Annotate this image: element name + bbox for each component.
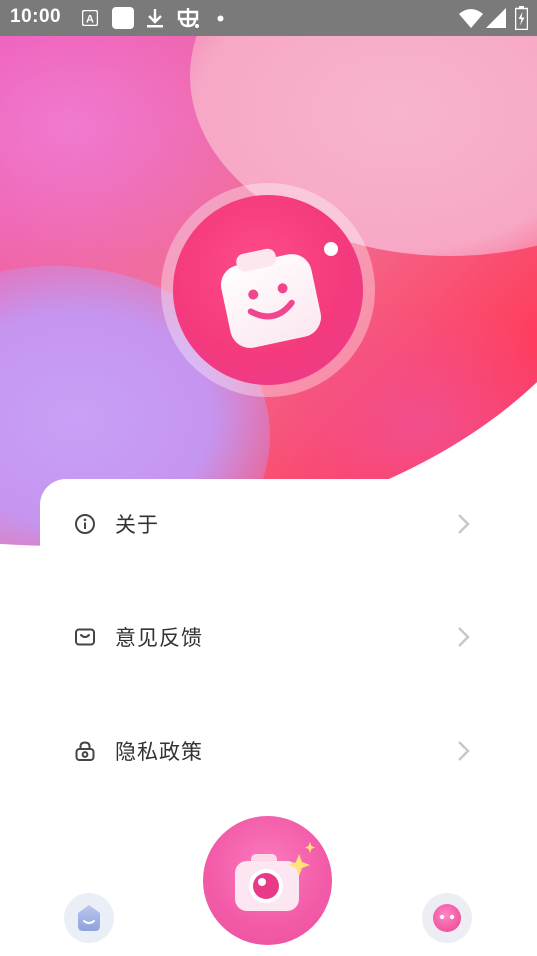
menu-item-label: 隐私政策 <box>115 740 203 764</box>
app-logo <box>161 183 375 397</box>
menu-item-about[interactable]: 关于 <box>40 484 537 564</box>
signal-icon <box>486 8 506 28</box>
menu-item-feedback[interactable]: 意见反馈 <box>40 597 537 677</box>
feedback-icon <box>75 628 95 646</box>
download-icon <box>147 9 163 28</box>
svg-text:A: A <box>86 14 94 26</box>
a-icon: A <box>82 10 98 26</box>
home-icon <box>78 905 100 931</box>
menu-item-label: 意见反馈 <box>115 626 203 650</box>
nav-profile-button[interactable] <box>422 893 472 943</box>
chevron-right-icon <box>458 627 470 647</box>
logo-dot <box>324 242 338 256</box>
chevron-right-icon <box>458 514 470 534</box>
wifi-icon <box>459 9 483 28</box>
dot-icon <box>217 15 224 22</box>
nav-home-button[interactable] <box>64 893 114 943</box>
bottom-navigation <box>0 816 537 956</box>
battery-icon <box>515 6 528 30</box>
camera-icon <box>235 842 315 911</box>
profile-icon <box>433 904 461 932</box>
bug-icon <box>177 8 199 28</box>
chevron-right-icon <box>458 741 470 761</box>
square-icon <box>112 7 134 29</box>
lock-icon <box>75 741 95 761</box>
smiley-face-icon <box>217 250 325 352</box>
status-time: 10:00 <box>10 6 62 27</box>
camera-button[interactable] <box>203 816 332 945</box>
status-bar: 10:00 A <box>0 0 537 36</box>
menu-item-privacy[interactable]: 隐私政策 <box>40 711 537 791</box>
info-icon <box>75 514 95 534</box>
settings-menu: 关于 意见反馈 隐私政策 <box>40 479 537 819</box>
menu-item-label: 关于 <box>115 513 159 537</box>
